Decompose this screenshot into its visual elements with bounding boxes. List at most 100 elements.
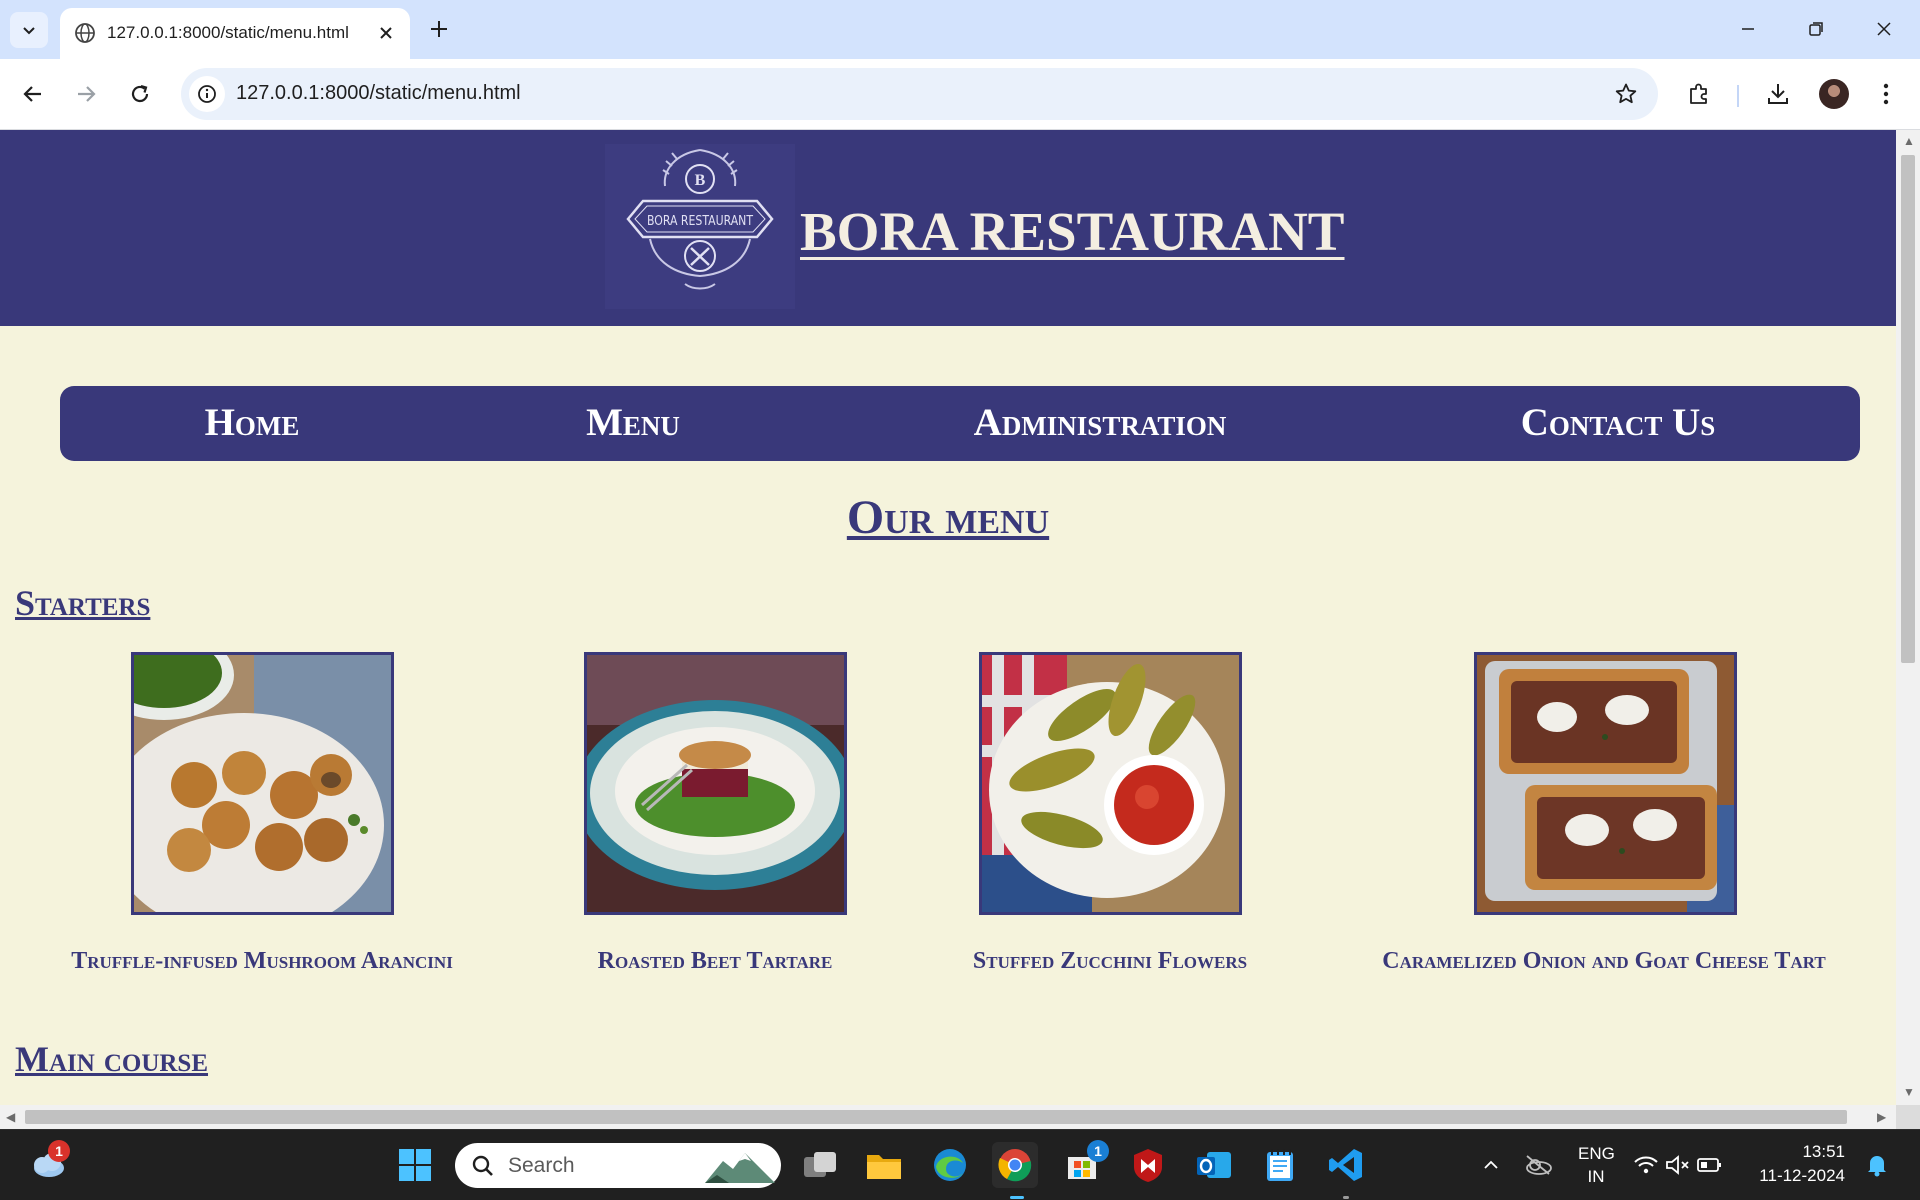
reload-button[interactable] (120, 74, 160, 114)
start-button[interactable] (392, 1142, 438, 1188)
running-app-indicator (1343, 1196, 1349, 1199)
taskbar: 1 Search 1 ENG IN 13:51 11-12-2024 (0, 1129, 1920, 1200)
extensions-button[interactable] (1681, 76, 1717, 112)
info-icon (198, 85, 216, 103)
bookmark-button[interactable] (1612, 80, 1640, 108)
quick-settings-button[interactable] (1630, 1142, 1726, 1188)
dish-image-arancini[interactable] (131, 652, 394, 915)
browser-toolbar: 127.0.0.1:8000/static/menu.html (0, 59, 1920, 130)
nav-home[interactable]: Home (205, 400, 300, 445)
file-explorer-button[interactable] (861, 1142, 907, 1188)
dish-name-onion-goat-cheese-tart: Caramelized Onion and Goat Cheese Tart (1382, 948, 1826, 974)
notepad-button[interactable] (1257, 1142, 1303, 1188)
notepad-icon (1267, 1149, 1293, 1181)
region-indicator[interactable]: IN (1578, 1167, 1614, 1187)
site-info-button[interactable] (189, 76, 225, 112)
search-placeholder: Search (508, 1154, 575, 1177)
scrollbar-corner (1896, 1105, 1920, 1129)
active-app-indicator (1010, 1196, 1024, 1199)
weather-badge: 1 (48, 1140, 70, 1162)
edge-icon (934, 1149, 966, 1181)
restore-icon (1809, 22, 1823, 36)
show-hidden-icons-button[interactable] (1468, 1142, 1514, 1188)
dish-name-zucchini-flowers: Stuffed Zucchini Flowers (972, 948, 1248, 974)
task-view-button[interactable] (797, 1142, 843, 1188)
minimize-button[interactable] (1726, 10, 1770, 48)
close-window-button[interactable] (1862, 10, 1906, 48)
page-viewport: B BORA RESTAURANT BORA RESTAURANT Home M… (0, 130, 1896, 1105)
site-header: B BORA RESTAURANT BORA RESTAURANT (0, 130, 1896, 326)
star-icon (1615, 83, 1637, 104)
search-icon (472, 1155, 493, 1176)
mail-icon (1197, 1152, 1231, 1178)
cloud-off-icon (1526, 1155, 1552, 1175)
weather-widget[interactable]: 1 (24, 1140, 70, 1188)
browser-tab[interactable]: 127.0.0.1:8000/static/menu.html (60, 8, 410, 59)
folder-icon (867, 1155, 901, 1179)
clock-date[interactable]: 11-12-2024 (1755, 1166, 1845, 1186)
horizontal-scrollbar[interactable]: ◀ ▶ (0, 1105, 1896, 1129)
url-text[interactable]: 127.0.0.1:8000/static/menu.html (236, 82, 521, 105)
chrome-button[interactable] (992, 1142, 1038, 1199)
arrow-right-icon (78, 86, 96, 102)
onedrive-button[interactable] (1515, 1142, 1561, 1188)
nav-administration[interactable]: Administration (974, 400, 1227, 445)
profile-avatar[interactable] (1819, 79, 1849, 109)
address-bar[interactable]: 127.0.0.1:8000/static/menu.html (181, 68, 1658, 120)
nav-menu[interactable]: Menu (586, 400, 680, 445)
close-tab-button[interactable] (373, 20, 399, 46)
outlook-button[interactable] (1191, 1142, 1237, 1188)
notifications-button[interactable] (1857, 1142, 1897, 1188)
dish-name-arancini: Truffle-infused Mushroom Arancini (71, 948, 453, 974)
battery-icon (1697, 1158, 1721, 1172)
dish-image-zucchini-flowers[interactable] (979, 652, 1242, 915)
page-title: Our menu (846, 491, 1050, 544)
arancini-photo (134, 655, 391, 912)
reload-icon (131, 84, 149, 103)
arrow-left-icon (23, 86, 41, 102)
minimize-icon (1742, 28, 1754, 30)
vertical-scrollbar[interactable]: ▲ ▼ (1896, 130, 1920, 1105)
tab-search-button[interactable] (10, 12, 48, 48)
chevron-down-icon (23, 27, 35, 35)
svg-text:B: B (695, 172, 706, 189)
back-button[interactable] (13, 74, 53, 114)
new-tab-button[interactable] (422, 12, 456, 46)
clock-time[interactable]: 13:51 (1755, 1142, 1845, 1162)
downloads-button[interactable] (1760, 76, 1796, 112)
forward-button[interactable] (66, 74, 106, 114)
scroll-left-arrow-icon[interactable]: ◀ (6, 1110, 15, 1124)
taskbar-search[interactable]: Search (455, 1143, 781, 1188)
browser-menu-button[interactable] (1868, 76, 1904, 112)
vscode-button[interactable] (1323, 1142, 1369, 1199)
chevron-up-icon (1484, 1160, 1498, 1169)
main-navigation: Home Menu Administration Contact Us (60, 386, 1860, 461)
section-heading-main-course: Main course (15, 1039, 209, 1079)
nav-contact-us[interactable]: Contact Us (1521, 400, 1716, 445)
puzzle-icon (1690, 83, 1707, 104)
restore-button[interactable] (1794, 10, 1838, 48)
horizontal-scrollbar-thumb[interactable] (25, 1110, 1847, 1124)
tab-title: 127.0.0.1:8000/static/menu.html (107, 23, 349, 42)
close-icon (380, 27, 392, 39)
edge-button[interactable] (927, 1142, 973, 1188)
dish-image-onion-goat-cheese-tart[interactable] (1474, 652, 1737, 915)
beet-tartare-photo (587, 655, 844, 912)
svg-text:BORA RESTAURANT: BORA RESTAURANT (647, 214, 753, 229)
scroll-down-arrow-icon[interactable]: ▼ (1903, 1085, 1915, 1099)
vertical-scrollbar-thumb[interactable] (1901, 155, 1915, 663)
mcafee-button[interactable] (1125, 1142, 1171, 1188)
dish-image-beet-tartare[interactable] (584, 652, 847, 915)
microsoft-store-button[interactable]: 1 (1059, 1140, 1109, 1188)
site-title[interactable]: BORA RESTAURANT (800, 200, 1345, 263)
scroll-up-arrow-icon[interactable]: ▲ (1903, 134, 1915, 148)
section-heading-starters: Starters (15, 583, 151, 623)
close-icon (1877, 22, 1891, 36)
restaurant-logo[interactable]: B BORA RESTAURANT (605, 144, 795, 309)
scroll-right-arrow-icon[interactable]: ▶ (1877, 1110, 1886, 1124)
bell-icon (1868, 1156, 1886, 1177)
more-vertical-icon (1883, 83, 1889, 105)
language-indicator[interactable]: ENG (1578, 1144, 1615, 1164)
wifi-icon (1634, 1156, 1658, 1174)
speaker-muted-icon (1666, 1155, 1689, 1175)
